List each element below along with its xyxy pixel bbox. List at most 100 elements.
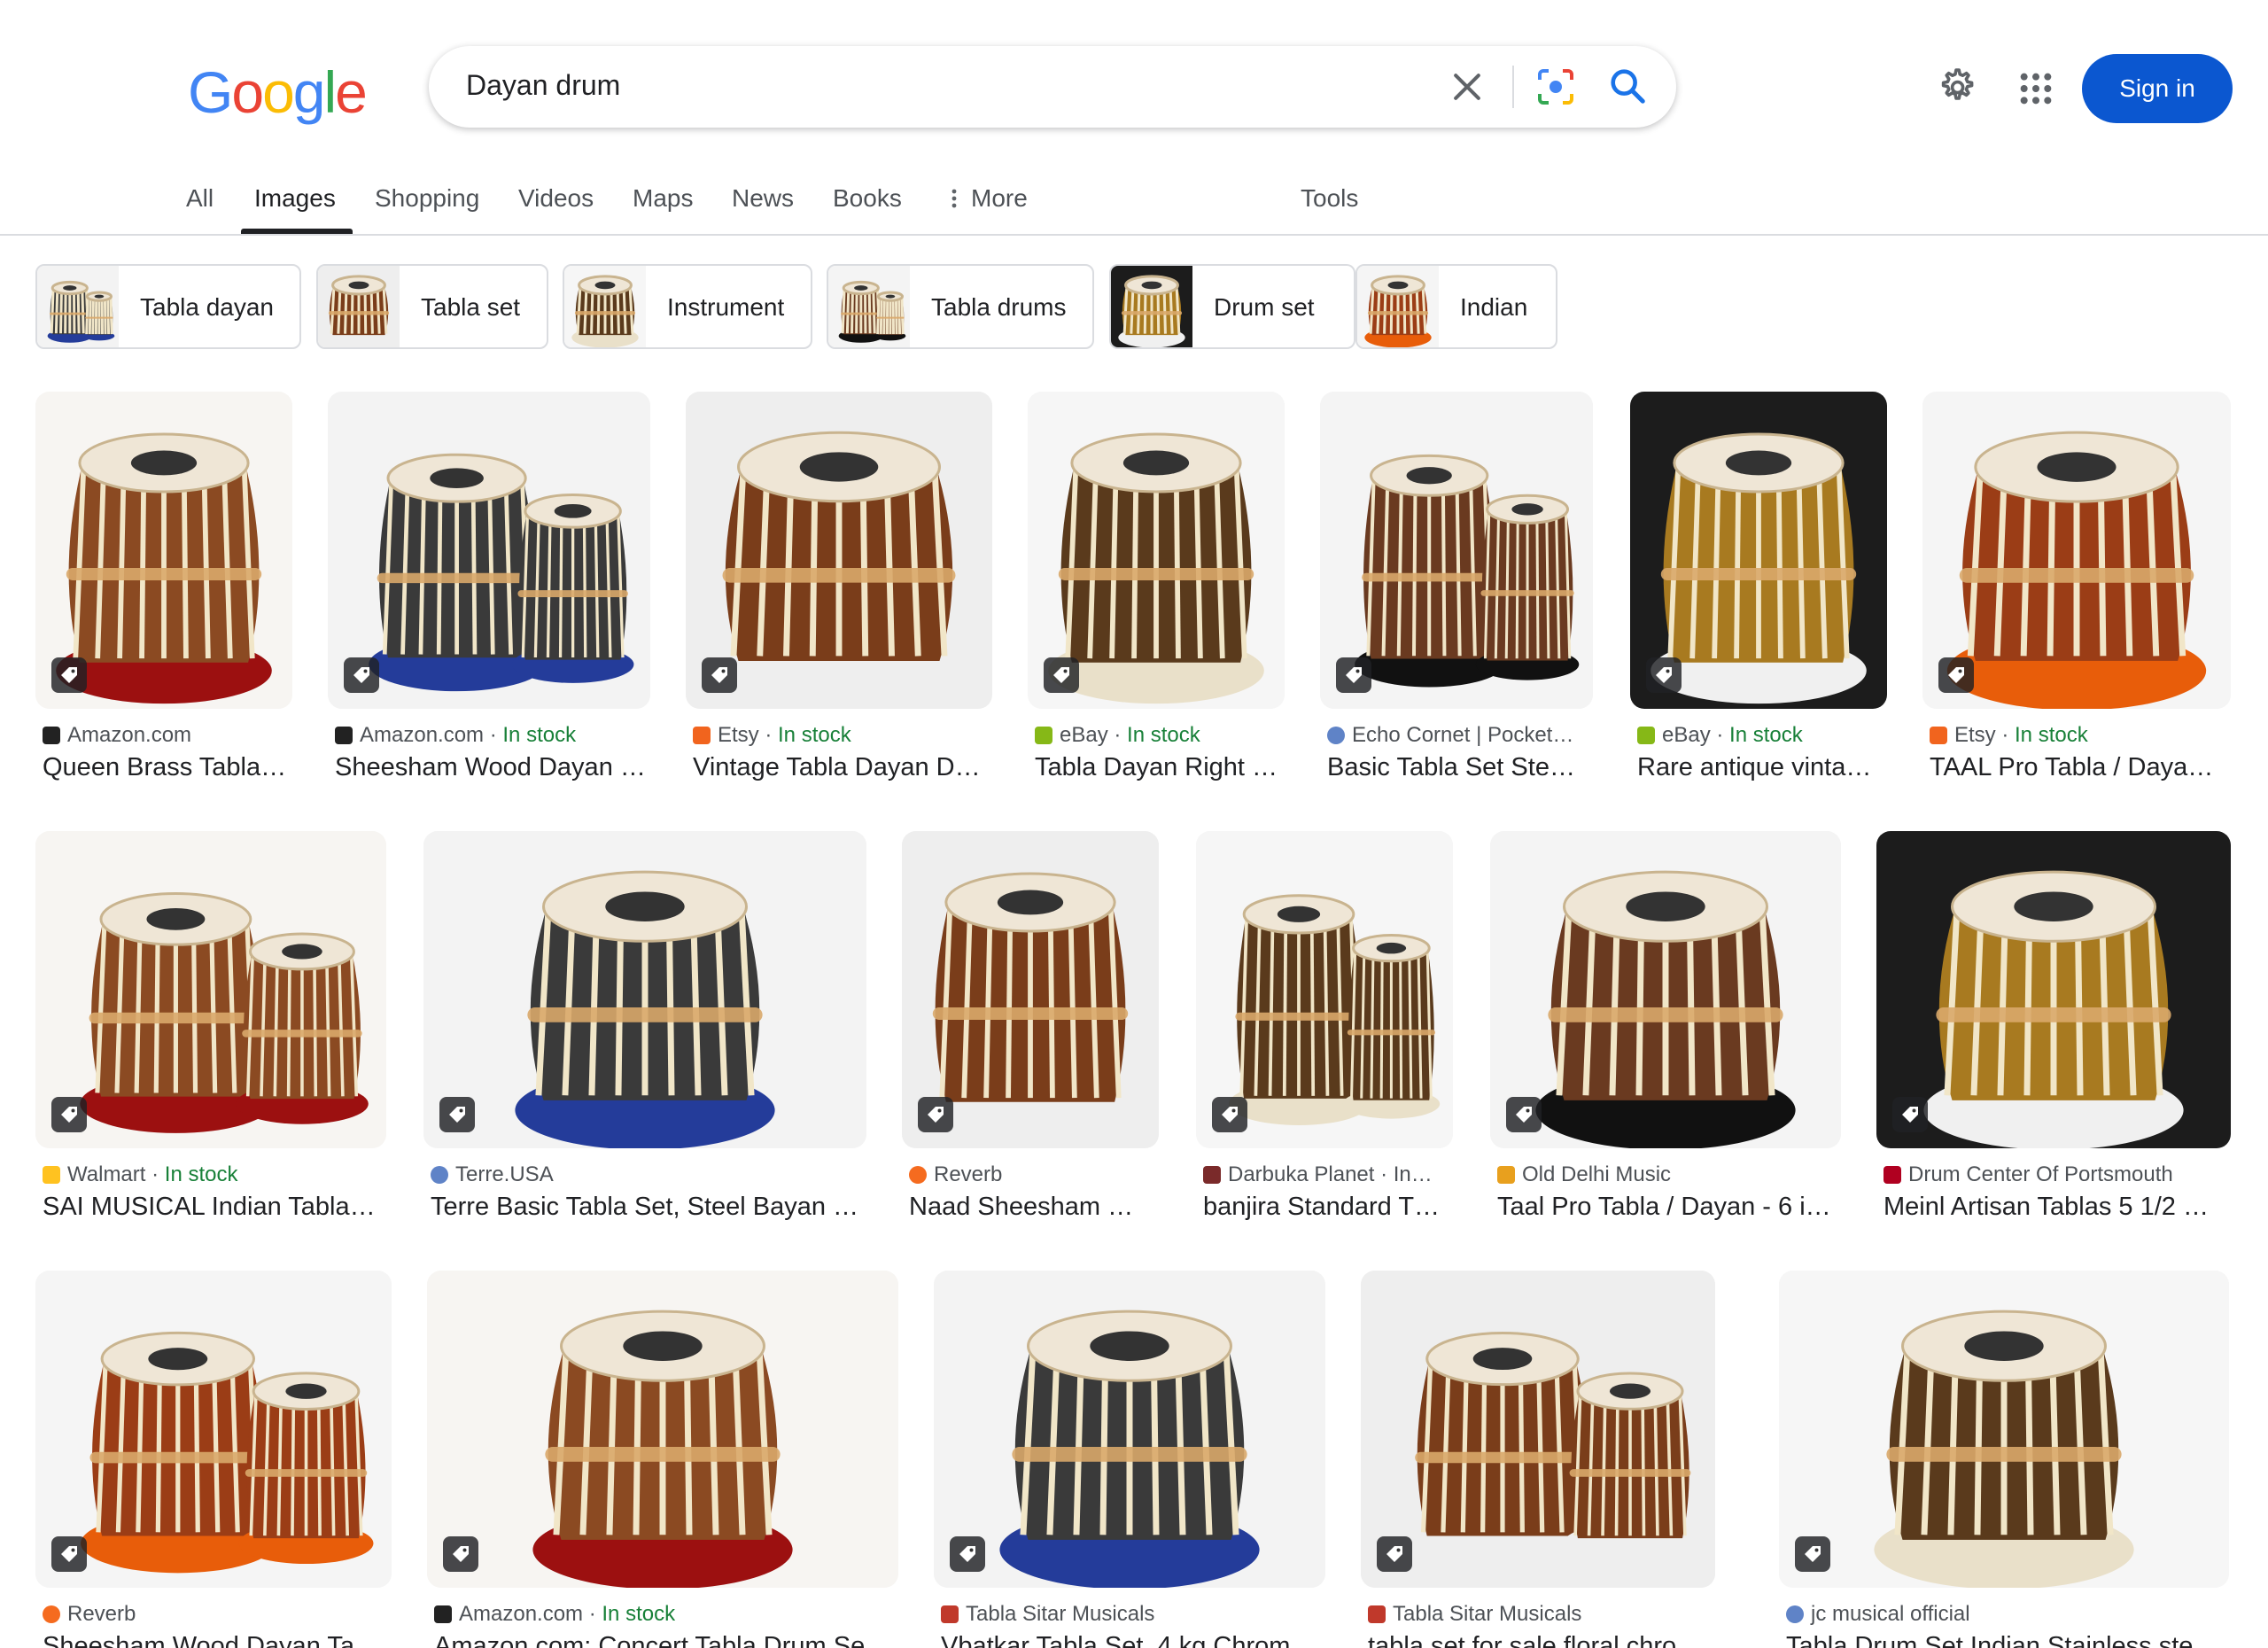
result-source[interactable]: Tabla Sitar Musicals (1368, 1602, 1715, 1627)
result-title[interactable]: Vbatkar Tabla Set, 4 kg Chrom… (941, 1632, 1325, 1648)
sign-in-button[interactable]: Sign in (2082, 54, 2233, 123)
result-title[interactable]: Rare antique vinta… (1637, 753, 1887, 782)
image-result-card[interactable]: Tabla Sitar Musicals tabla set for sale f… (1361, 1271, 1715, 1648)
tab-images[interactable]: Images (254, 184, 336, 213)
result-title[interactable]: Vintage Tabla Dayan D… (693, 753, 992, 782)
tab-more[interactable]: More (950, 184, 1028, 213)
result-source[interactable]: Echo Cornet | Pocket… (1327, 723, 1593, 748)
tab-shopping[interactable]: Shopping (375, 184, 479, 213)
result-thumbnail[interactable] (35, 392, 292, 709)
result-source[interactable]: Amazon.com · In stock (434, 1602, 898, 1627)
image-result-card[interactable]: Amazon.com Queen Brass Tabla… (35, 392, 292, 797)
google-logo[interactable]: Google (188, 58, 368, 126)
result-title[interactable]: Tabla Drum Set Indian Stainless ste… (1786, 1632, 2229, 1648)
apps-grid-icon[interactable] (2018, 71, 2054, 106)
result-source[interactable]: Reverb (909, 1162, 1159, 1187)
result-thumbnail[interactable] (1630, 392, 1887, 709)
chip-tabla-dayan[interactable]: Tabla dayan (35, 264, 301, 349)
result-thumbnail[interactable] (423, 831, 866, 1148)
result-source[interactable]: jc musical official (1786, 1602, 2229, 1627)
image-result-card[interactable]: Terre.USA Terre Basic Tabla Set, Steel Ba… (423, 831, 866, 1237)
result-thumbnail[interactable] (328, 392, 650, 709)
image-result-card[interactable]: Darbuka Planet · In… banjira Standard T… (1196, 831, 1453, 1237)
result-thumbnail[interactable] (35, 831, 386, 1148)
image-result-card[interactable]: Amazon.com · In stock Amazon.com: Concert… (427, 1271, 898, 1648)
image-result-card[interactable]: Old Delhi Music Taal Pro Tabla / Dayan - … (1490, 831, 1841, 1237)
result-source[interactable]: Amazon.com · In stock (335, 723, 650, 748)
search-box[interactable]: Dayan drum (429, 46, 1676, 128)
image-result-card[interactable]: Amazon.com · In stock Sheesham Wood Dayan… (328, 392, 650, 797)
result-source[interactable]: eBay · In stock (1035, 723, 1285, 748)
result-source[interactable]: Reverb (43, 1602, 392, 1627)
result-source[interactable]: Walmart · In stock (43, 1162, 386, 1187)
result-source[interactable]: Terre.USA (431, 1162, 866, 1187)
tab-tools[interactable]: Tools (1301, 184, 1358, 213)
search-input[interactable]: Dayan drum (466, 69, 620, 102)
result-title[interactable]: tabla set for sale floral chrome… (1368, 1632, 1715, 1648)
image-result-card[interactable]: eBay · In stock Tabla Dayan Right … (1028, 392, 1285, 797)
source-name: eBay (1662, 723, 1711, 747)
result-source[interactable]: Etsy · In stock (1930, 723, 2231, 748)
image-result-card[interactable]: Echo Cornet | Pocket… Basic Tabla Set Ste… (1320, 392, 1593, 797)
image-result-card[interactable]: eBay · In stock Rare antique vinta… (1630, 392, 1887, 797)
result-title[interactable]: Sheesham Wood Dayan … (335, 753, 650, 782)
result-title[interactable]: Tabla Dayan Right … (1035, 753, 1285, 782)
chip-drum-set[interactable]: Drum set (1109, 264, 1355, 349)
result-title[interactable]: Naad Sheesham … (909, 1193, 1159, 1222)
result-thumbnail[interactable] (1922, 392, 2231, 709)
tab-maps[interactable]: Maps (633, 184, 693, 213)
result-thumbnail[interactable] (1028, 392, 1285, 709)
result-title[interactable]: Terre Basic Tabla Set, Steel Bayan … (431, 1193, 866, 1222)
result-source[interactable]: Amazon.com (43, 723, 292, 748)
result-source[interactable]: Darbuka Planet · In… (1203, 1162, 1453, 1187)
result-thumbnail[interactable] (686, 392, 992, 709)
tab-all[interactable]: All (186, 184, 214, 213)
image-result-card[interactable]: Reverb Sheesham Wood Dayan Ta… (35, 1271, 392, 1648)
tab-books[interactable]: Books (833, 184, 902, 213)
result-title[interactable]: Basic Tabla Set Ste… (1327, 753, 1593, 782)
result-thumbnail[interactable] (934, 1271, 1325, 1588)
result-title[interactable]: Taal Pro Tabla / Dayan - 6 i… (1497, 1193, 1841, 1222)
result-thumbnail[interactable] (35, 1271, 392, 1588)
result-thumbnail[interactable] (1320, 392, 1593, 709)
result-thumbnail[interactable] (1361, 1271, 1715, 1588)
tab-videos[interactable]: Videos (518, 184, 594, 213)
result-source[interactable]: Drum Center Of Portsmouth (1884, 1162, 2231, 1187)
result-title[interactable]: TAAL Pro Tabla / Daya… (1930, 753, 2231, 782)
image-result-card[interactable]: Etsy · In stock Vintage Tabla Dayan D… (686, 392, 992, 797)
gear-icon[interactable] (1935, 66, 1977, 108)
chip-instrument[interactable]: Instrument (563, 264, 812, 349)
result-thumbnail[interactable] (427, 1271, 898, 1588)
result-source[interactable]: Etsy · In stock (693, 723, 992, 748)
image-result-card[interactable]: Walmart · In stock SAI MUSICAL Indian Tab… (35, 831, 386, 1237)
result-title[interactable]: Sheesham Wood Dayan Ta… (43, 1632, 392, 1648)
chip-tabla-drums[interactable]: Tabla drums (827, 264, 1094, 349)
result-thumbnail[interactable] (1779, 1271, 2229, 1588)
result-thumbnail[interactable] (1490, 831, 1841, 1148)
camera-lens-icon[interactable] (1534, 66, 1577, 108)
image-result-card[interactable]: Tabla Sitar Musicals Vbatkar Tabla Set, 4… (934, 1271, 1325, 1648)
result-thumbnail[interactable] (1876, 831, 2231, 1148)
image-result-card[interactable]: Reverb Naad Sheesham … (902, 831, 1159, 1237)
image-result-card[interactable]: Drum Center Of Portsmouth Meinl Artisan T… (1876, 831, 2231, 1237)
result-title[interactable]: Amazon.com: Concert Tabla Drum Se… (434, 1632, 898, 1648)
result-title[interactable]: banjira Standard T… (1203, 1193, 1453, 1222)
chip-indian[interactable]: Indian (1355, 264, 1557, 349)
result-title[interactable]: Meinl Artisan Tablas 5 1/2 … (1884, 1193, 2231, 1222)
result-title[interactable]: Queen Brass Tabla… (43, 753, 292, 782)
result-source[interactable]: Old Delhi Music (1497, 1162, 1841, 1187)
image-result-card[interactable]: Etsy · In stock TAAL Pro Tabla / Daya… (1922, 392, 2231, 797)
search-icon[interactable] (1607, 66, 1648, 106)
chip-tabla-set[interactable]: Tabla set (316, 264, 548, 349)
close-icon[interactable] (1448, 67, 1487, 106)
image-result-card[interactable]: jc musical official Tabla Drum Set Indian… (1779, 1271, 2229, 1648)
tag-icon (439, 1097, 475, 1132)
result-thumbnail[interactable] (902, 831, 1159, 1148)
tab-news[interactable]: News (732, 184, 794, 213)
result-source[interactable]: Tabla Sitar Musicals (941, 1602, 1325, 1627)
source-name: Old Delhi Music (1522, 1162, 1672, 1186)
result-title[interactable]: SAI MUSICAL Indian Tabla… (43, 1193, 386, 1222)
result-thumbnail[interactable] (1196, 831, 1453, 1148)
result-source[interactable]: eBay · In stock (1637, 723, 1887, 748)
tag-icon (51, 1536, 87, 1572)
